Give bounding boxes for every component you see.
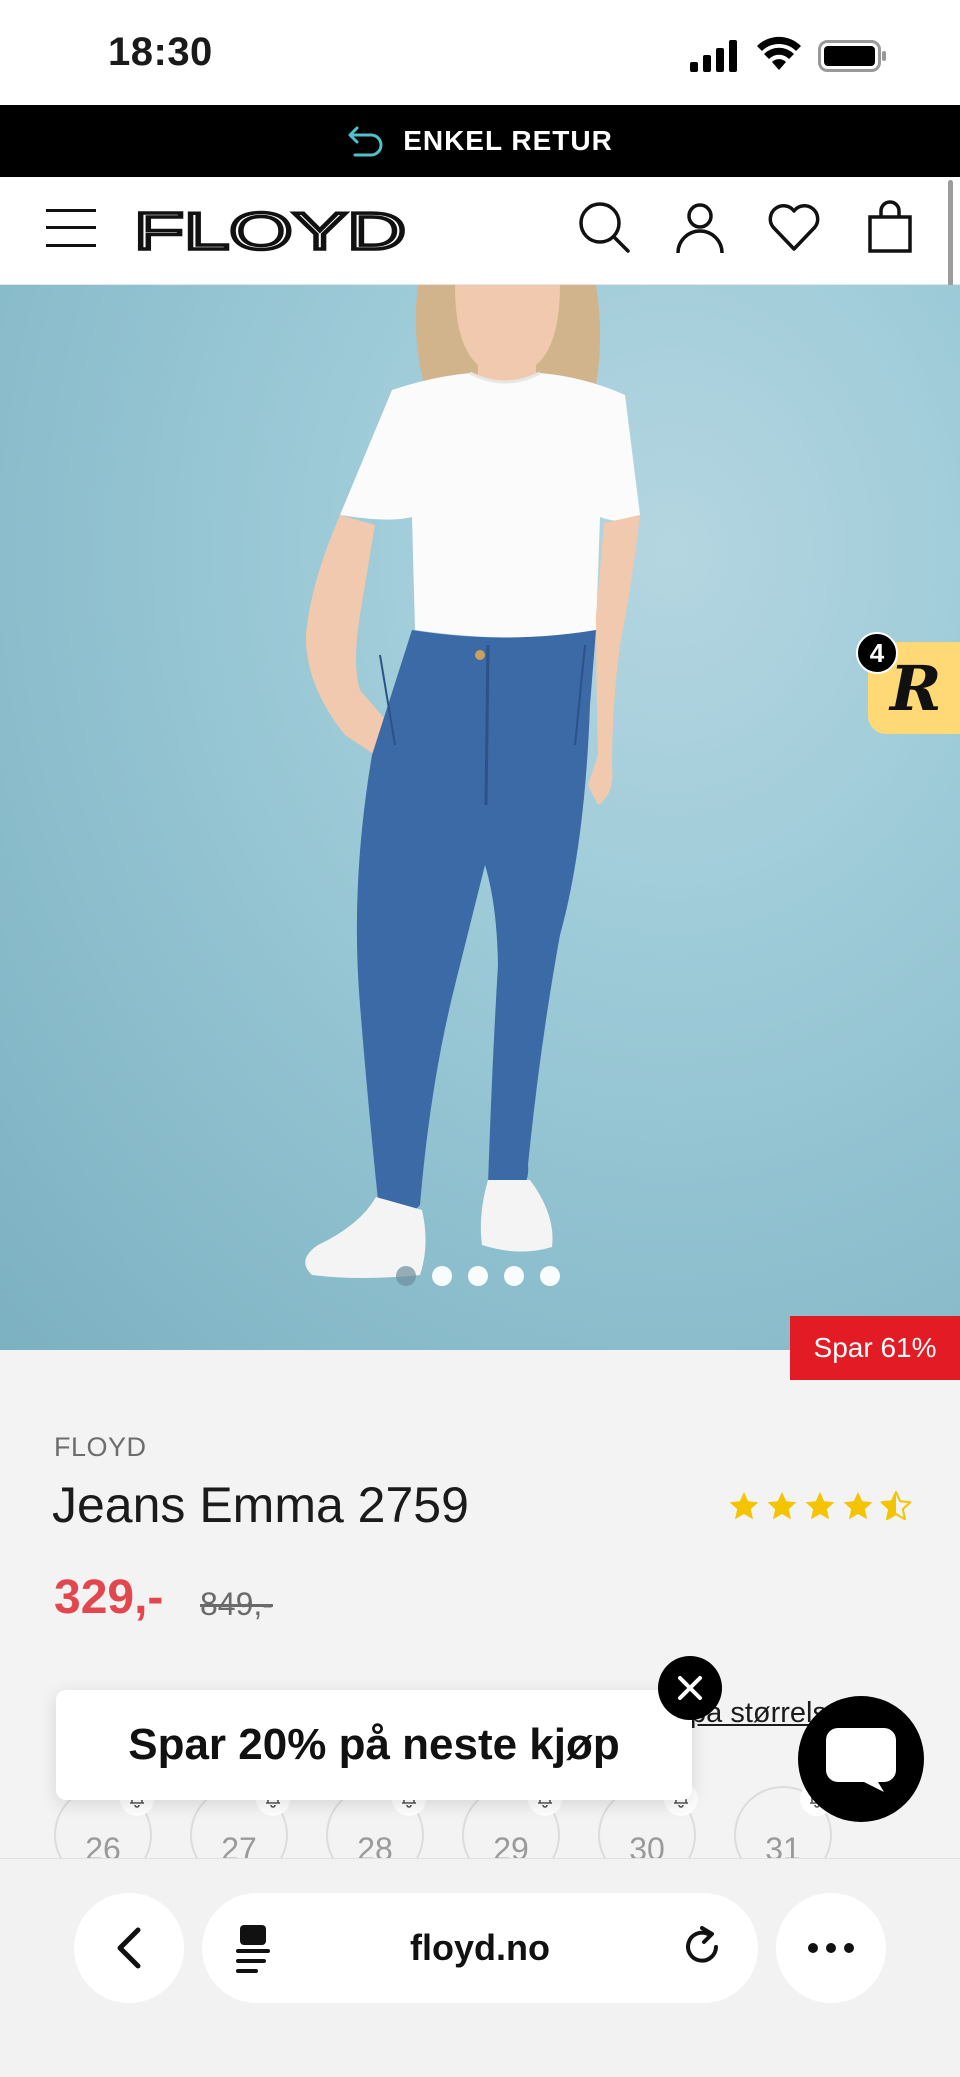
svg-text:FLOYD: FLOYD bbox=[134, 207, 406, 257]
status-bar: 18:30 bbox=[0, 0, 960, 105]
shopping-bag-icon[interactable] bbox=[862, 199, 918, 255]
cellular-signal-icon bbox=[690, 40, 737, 72]
wishlist-heart-icon[interactable] bbox=[766, 199, 822, 255]
carousel-dots bbox=[396, 1266, 560, 1286]
return-arrow-icon bbox=[348, 126, 383, 157]
hamburger-menu-icon[interactable] bbox=[46, 205, 96, 251]
product-title: Jeans Emma 2759 bbox=[52, 1477, 469, 1533]
popup-close-button[interactable] bbox=[658, 1656, 722, 1720]
battery-icon bbox=[818, 40, 886, 72]
floyd-logo[interactable]: FLOYD bbox=[134, 207, 408, 257]
chat-button[interactable] bbox=[798, 1696, 924, 1822]
star-full-icon bbox=[805, 1492, 835, 1520]
browser-toolbar: floyd.no bbox=[0, 1858, 960, 2077]
sale-badge: Spar 61% bbox=[790, 1316, 960, 1380]
account-icon[interactable] bbox=[672, 199, 728, 255]
carousel-dot[interactable] bbox=[468, 1266, 488, 1286]
product-photo bbox=[305, 285, 640, 1278]
discount-popup[interactable]: Spar 20% på neste kjøp bbox=[56, 1690, 692, 1800]
search-icon[interactable] bbox=[576, 199, 632, 255]
sale-price: 329,- bbox=[54, 1571, 164, 1624]
original-price: 849,- bbox=[200, 1586, 273, 1622]
reviews-widget-logo: R bbox=[890, 652, 942, 725]
carousel-dot[interactable] bbox=[504, 1266, 524, 1286]
promo-text: ENKEL RETUR bbox=[403, 125, 613, 156]
close-icon bbox=[678, 1676, 702, 1700]
carousel-dot[interactable] bbox=[540, 1266, 560, 1286]
reviews-count-badge: 4 bbox=[856, 632, 898, 674]
star-full-icon bbox=[729, 1492, 759, 1520]
status-time: 18:30 bbox=[108, 30, 213, 74]
browser-address-bar[interactable]: floyd.no bbox=[202, 1893, 758, 2003]
reload-icon[interactable] bbox=[680, 1925, 726, 1971]
rating-stars[interactable] bbox=[728, 1490, 912, 1522]
discount-popup-text: Spar 20% på neste kjøp bbox=[128, 1720, 620, 1769]
chevron-left-icon bbox=[117, 1927, 141, 1969]
promo-bar[interactable]: ENKEL RETUR bbox=[0, 105, 960, 177]
browser-more-button[interactable] bbox=[776, 1893, 886, 2003]
browser-url: floyd.no bbox=[410, 1927, 550, 1968]
carousel-dot[interactable] bbox=[396, 1266, 416, 1286]
star-half-icon bbox=[880, 1491, 912, 1521]
product-brand[interactable]: FLOYD bbox=[54, 1432, 147, 1463]
browser-back-button[interactable] bbox=[74, 1893, 184, 2003]
wifi-icon bbox=[757, 36, 801, 70]
page: 18:30 ENKEL RETUR FLOYD R 4 Spar 61% FLO… bbox=[0, 0, 960, 2077]
carousel-dot[interactable] bbox=[432, 1266, 452, 1286]
star-full-icon bbox=[767, 1492, 797, 1520]
more-dots-icon bbox=[808, 1943, 854, 1953]
star-full-icon bbox=[843, 1492, 873, 1520]
site-header: FLOYD bbox=[0, 177, 960, 285]
product-image-carousel[interactable] bbox=[0, 285, 960, 1350]
chat-bubble-icon bbox=[826, 1728, 896, 1792]
